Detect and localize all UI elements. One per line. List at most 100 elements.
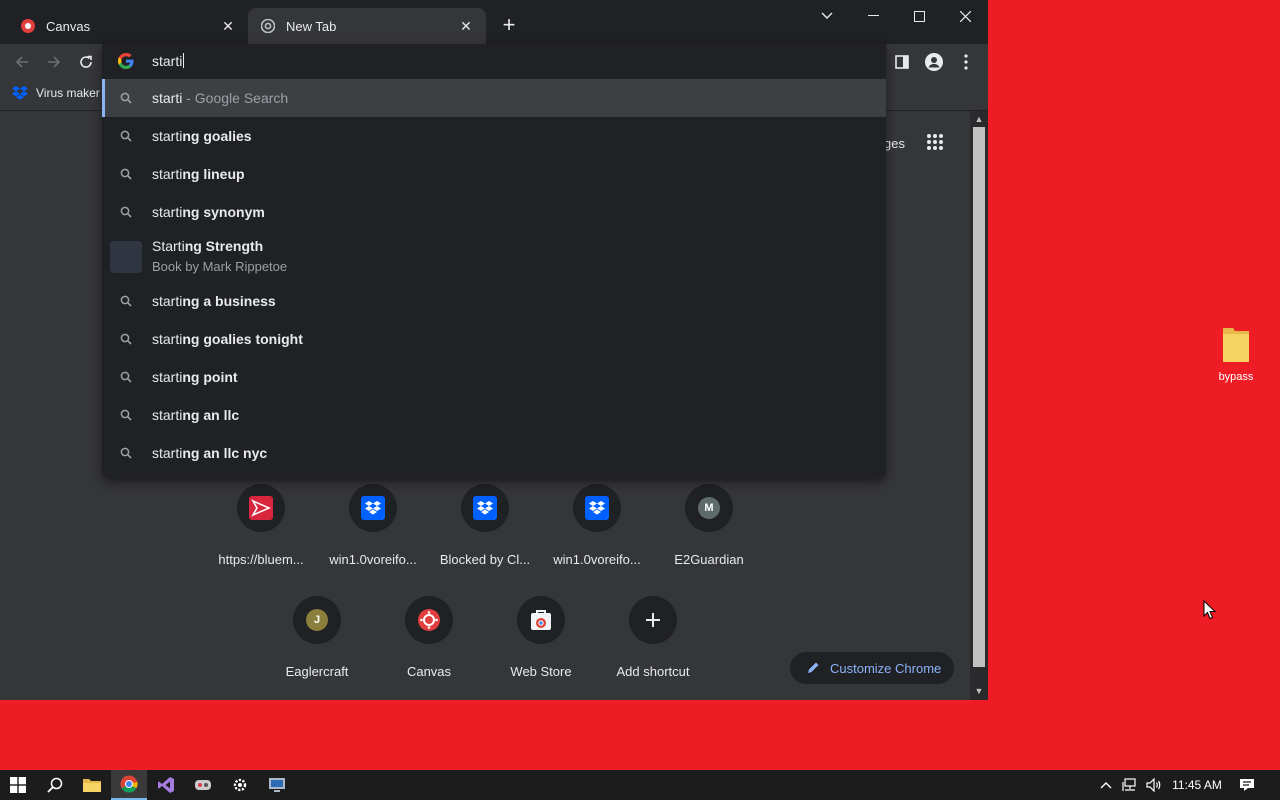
show-hidden-icons-button[interactable]: [1096, 770, 1116, 800]
taskbar-search-button[interactable]: [37, 770, 73, 800]
taskbar-app-game[interactable]: [185, 770, 221, 800]
search-icon: [118, 293, 134, 309]
search-icon: [118, 331, 134, 347]
desktop-icon-bypass[interactable]: bypass: [1206, 324, 1266, 383]
tab-new-tab[interactable]: New Tab ✕: [248, 8, 486, 44]
notification-icon: [1240, 779, 1254, 791]
folder-icon: [1223, 328, 1249, 362]
forward-button[interactable]: [42, 50, 66, 74]
shortcut-label: https://bluem...: [218, 552, 304, 567]
suggestion-completion: ng goalies tonight: [182, 331, 303, 347]
scroll-down-arrow-icon[interactable]: ▼: [974, 686, 984, 696]
letter-avatar-icon: M: [698, 497, 720, 519]
shortcut-e2guardian[interactable]: M E2Guardian: [653, 484, 765, 567]
taskbar-chrome[interactable]: [111, 770, 147, 800]
shortcut-win1-a[interactable]: win1.0voreifo...: [317, 484, 429, 567]
taskbar-remote-desktop[interactable]: [259, 770, 295, 800]
minimize-button[interactable]: [850, 0, 896, 32]
tab-title: Canvas: [46, 18, 91, 34]
close-window-button[interactable]: [942, 0, 988, 32]
mouse-cursor-icon: [1203, 600, 1217, 620]
reload-button[interactable]: [74, 50, 98, 74]
search-icon: [118, 445, 134, 461]
action-center-button[interactable]: [1236, 770, 1258, 800]
windows-logo-icon: [10, 777, 26, 793]
letter-avatar-icon: J: [306, 609, 328, 631]
profile-button[interactable]: [922, 50, 946, 74]
back-button[interactable]: [10, 50, 34, 74]
gear-icon: [233, 778, 247, 792]
shortcut-label: win1.0voreifo...: [329, 552, 417, 567]
close-icon[interactable]: ✕: [458, 18, 474, 34]
volume-button[interactable]: [1144, 770, 1164, 800]
start-button[interactable]: [0, 770, 36, 800]
shortcut-label: Canvas: [406, 664, 452, 679]
bookmark-virus-maker[interactable]: Virus maker: [12, 86, 100, 100]
shortcut-label: Web Store: [510, 664, 572, 679]
customize-chrome-button[interactable]: Customize Chrome: [790, 652, 954, 684]
menu-button[interactable]: [954, 50, 978, 74]
shortcut-bluem[interactable]: https://bluem...: [205, 484, 317, 567]
maximize-button[interactable]: [896, 0, 942, 32]
shortcut-icon-bg: [573, 484, 621, 532]
shortcut-icon-bg: [461, 484, 509, 532]
gmail-images-link-partial[interactable]: ges: [884, 136, 905, 151]
bookmark-label: Virus maker: [36, 86, 100, 100]
shortcut-canvas[interactable]: Canvas: [373, 596, 485, 679]
dropbox-icon: [12, 86, 28, 100]
maximize-icon: [913, 10, 925, 22]
suggestion-row[interactable]: starting synonym: [102, 193, 886, 231]
tab-title: New Tab: [286, 18, 337, 34]
search-icon: [118, 166, 134, 182]
suggestion-completion: ng an llc: [182, 407, 240, 423]
side-panel-icon: [895, 55, 909, 69]
dropbox-icon: [361, 496, 385, 520]
tab-search-button[interactable]: [804, 0, 850, 32]
shortcut-label: win1.0voreifo...: [553, 552, 641, 567]
new-tab-button[interactable]: +: [497, 14, 521, 38]
tab-canvas[interactable]: Canvas ✕: [8, 8, 248, 44]
suggestion-row-entity[interactable]: Starting Strength Book by Mark Rippetoe: [102, 231, 886, 283]
scroll-thumb[interactable]: [973, 127, 985, 667]
apps-grid-button[interactable]: [926, 133, 950, 157]
shortcut-web-store[interactable]: Web Store: [485, 596, 597, 679]
suggestion-completion: ng point: [182, 369, 238, 385]
arrow-logo-icon: [249, 496, 273, 520]
clock[interactable]: 11:45 AM: [1166, 770, 1228, 800]
search-icon: [118, 369, 134, 385]
close-icon: [959, 10, 971, 22]
suggestion-row[interactable]: starting point: [102, 358, 886, 396]
suggestion-completion: ng goalies: [182, 128, 252, 144]
shortcut-icon-bg: [237, 484, 285, 532]
taskbar-file-explorer[interactable]: [74, 770, 110, 800]
suggestion-row[interactable]: starting an llc nyc: [102, 434, 886, 472]
search-icon: [118, 204, 134, 220]
taskbar-settings[interactable]: [222, 770, 258, 800]
search-icon: [47, 777, 63, 793]
suggestion-row[interactable]: starting lineup: [102, 155, 886, 193]
address-input[interactable]: starti: [152, 53, 182, 69]
avatar-icon: [925, 53, 943, 71]
page-scrollbar[interactable]: ▲ ▼: [970, 111, 988, 700]
close-icon[interactable]: ✕: [220, 18, 236, 34]
side-panel-button[interactable]: [890, 50, 914, 74]
network-button[interactable]: [1120, 770, 1140, 800]
suggestion-suffix: - Google Search: [182, 90, 289, 106]
shortcut-win1-b[interactable]: win1.0voreifo...: [541, 484, 653, 567]
suggestion-row[interactable]: starting a business: [102, 282, 886, 320]
shortcut-eaglercraft[interactable]: J Eaglercraft: [261, 596, 373, 679]
suggestion-row[interactable]: starti - Google Search: [102, 79, 886, 117]
taskbar-visual-studio[interactable]: [148, 770, 184, 800]
suggestion-row[interactable]: starting an llc: [102, 396, 886, 434]
shortcut-blocked[interactable]: Blocked by Cl...: [429, 484, 541, 567]
suggestion-completion: ng lineup: [182, 166, 245, 182]
suggestion-row[interactable]: starting goalies tonight: [102, 320, 886, 358]
address-bar[interactable]: starti: [102, 44, 886, 78]
add-shortcut-button[interactable]: Add shortcut: [597, 596, 709, 679]
shortcut-icon-bg: [349, 484, 397, 532]
search-icon: [118, 90, 134, 106]
suggestion-row[interactable]: starting goalies: [102, 117, 886, 155]
suggestion-typed: starti: [152, 369, 183, 385]
scroll-up-arrow-icon[interactable]: ▲: [974, 114, 984, 124]
shortcut-label: Add shortcut: [616, 664, 690, 679]
